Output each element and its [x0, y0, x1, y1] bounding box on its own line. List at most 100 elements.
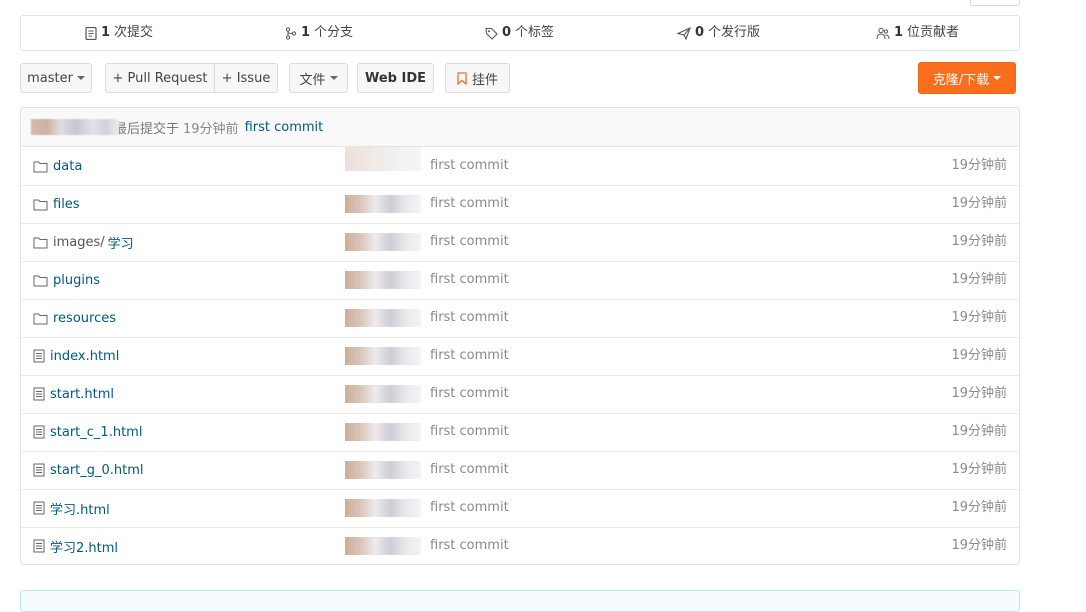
- commit-message[interactable]: first commit: [430, 185, 509, 223]
- table-row[interactable]: 学习.html first commit 19分钟前: [21, 489, 1019, 528]
- file-name: images/: [53, 234, 105, 250]
- stat-tags[interactable]: 0 个标签: [485, 16, 554, 50]
- commit-message[interactable]: first commit: [430, 147, 509, 185]
- file-name-link[interactable]: 学习.html: [33, 489, 110, 527]
- file-name-sub[interactable]: 学习: [108, 233, 134, 252]
- clone-download-button[interactable]: 克隆/下载: [918, 62, 1016, 94]
- table-row[interactable]: index.html first commit 19分钟前: [21, 337, 1019, 376]
- stat-releases[interactable]: 0 个发行版: [677, 16, 760, 50]
- table-row[interactable]: start_c_1.html first commit 19分钟前: [21, 413, 1019, 452]
- file-name[interactable]: 学习.html: [50, 499, 110, 518]
- web-ide-label: Web IDE: [364, 70, 427, 86]
- commit-message[interactable]: first commit: [430, 261, 509, 299]
- files-label: 文件: [299, 72, 326, 88]
- branch-select[interactable]: master: [20, 63, 92, 93]
- commit-message[interactable]: first commit: [430, 299, 509, 337]
- file-name[interactable]: plugins: [53, 273, 100, 288]
- commit-message[interactable]: first commit: [430, 223, 509, 261]
- file-list: 最后提交于 19分钟前 first commit data first commi…: [20, 107, 1020, 565]
- file-name-link[interactable]: start.html: [33, 375, 114, 413]
- stat-count: 0: [502, 25, 512, 40]
- commit-message[interactable]: first commit: [430, 527, 509, 565]
- file-name[interactable]: 学习2.html: [50, 537, 118, 556]
- last-commit-message[interactable]: first commit: [245, 120, 324, 135]
- file-icon: [33, 349, 45, 363]
- release-icon: [677, 26, 691, 40]
- commit-time: 19分钟前: [951, 196, 1007, 211]
- stat-label: 位贡献者: [907, 25, 960, 40]
- file-name-link[interactable]: index.html: [33, 337, 119, 375]
- files-menu-button[interactable]: 文件: [289, 63, 348, 93]
- commit-message[interactable]: first commit: [430, 413, 509, 451]
- commit-time: 19分钟前: [951, 234, 1007, 249]
- file-name-link[interactable]: resources: [33, 299, 116, 337]
- bookmark-icon: [457, 71, 467, 85]
- file-name-link[interactable]: files: [33, 185, 80, 223]
- file-name-link[interactable]: start_c_1.html: [33, 413, 142, 451]
- stat-label: 个标签: [515, 25, 555, 40]
- file-name-link[interactable]: data: [33, 147, 82, 185]
- stat-commits[interactable]: 1 次提交: [85, 16, 153, 50]
- commit-time: 19分钟前: [951, 386, 1007, 401]
- table-row[interactable]: images/学习 first commit 19分钟前: [21, 223, 1019, 262]
- chevron-down-icon: [329, 76, 338, 80]
- author-blurred: [345, 385, 421, 403]
- commit-time: 19分钟前: [951, 272, 1007, 287]
- web-ide-button[interactable]: Web IDE: [357, 63, 434, 93]
- pull-request-button[interactable]: + Pull Request: [105, 63, 215, 93]
- author-avatar-blurred: [31, 119, 119, 135]
- file-name[interactable]: start_c_1.html: [50, 425, 142, 440]
- bookmark-label: 挂件: [471, 72, 498, 88]
- stat-label: 个分支: [314, 25, 354, 40]
- author-blurred: [345, 147, 421, 171]
- chevron-down-icon: [993, 76, 1002, 80]
- commit-message[interactable]: first commit: [430, 337, 509, 375]
- stat-label: 个发行版: [708, 25, 761, 40]
- commit-time: 19分钟前: [951, 538, 1007, 553]
- clone-label: 克隆/下载: [932, 72, 990, 88]
- commit-message[interactable]: first commit: [430, 489, 509, 527]
- top-corner-button[interactable]: [970, 0, 1020, 6]
- stat-count: 1: [101, 25, 111, 40]
- issue-button[interactable]: + Issue: [214, 63, 278, 93]
- author-blurred: [345, 271, 421, 289]
- readme-box: [20, 590, 1020, 612]
- file-name-link[interactable]: start_g_0.html: [33, 451, 144, 489]
- commit-time: 19分钟前: [951, 500, 1007, 515]
- folder-icon: [33, 274, 48, 287]
- commit-message[interactable]: first commit: [430, 375, 509, 413]
- repo-stats-bar: 1 次提交 1 个分支 0 个标签 0 个发行版 1 位贡献者: [20, 15, 1020, 51]
- branch-icon: [285, 26, 297, 40]
- table-row[interactable]: start.html first commit 19分钟前: [21, 375, 1019, 414]
- file-name[interactable]: start.html: [50, 387, 114, 402]
- file-name[interactable]: data: [53, 159, 82, 174]
- commit-message[interactable]: first commit: [430, 451, 509, 489]
- file-icon: [33, 501, 45, 515]
- file-name-link[interactable]: 学习2.html: [33, 527, 118, 565]
- table-row[interactable]: 学习2.html first commit 19分钟前: [21, 527, 1019, 565]
- file-name[interactable]: files: [53, 197, 80, 212]
- folder-icon: [33, 198, 48, 211]
- last-commit-bar: 最后提交于 19分钟前 first commit: [21, 108, 1019, 147]
- table-row[interactable]: resources first commit 19分钟前: [21, 299, 1019, 338]
- pull-request-label: + Pull Request: [112, 70, 208, 86]
- bookmark-button[interactable]: 挂件: [445, 63, 510, 93]
- stat-branches[interactable]: 1 个分支: [285, 16, 353, 50]
- table-row[interactable]: files first commit 19分钟前: [21, 185, 1019, 224]
- stat-contributors[interactable]: 1 位贡献者: [876, 16, 959, 50]
- author-blurred: [345, 233, 421, 251]
- file-name-link[interactable]: images/学习: [33, 223, 134, 261]
- table-row[interactable]: start_g_0.html first commit 19分钟前: [21, 451, 1019, 490]
- file-name[interactable]: resources: [53, 311, 116, 326]
- author-blurred: [345, 423, 421, 441]
- file-name-link[interactable]: plugins: [33, 261, 100, 299]
- table-row[interactable]: plugins first commit 19分钟前: [21, 261, 1019, 300]
- author-blurred: [345, 461, 421, 479]
- file-name[interactable]: start_g_0.html: [50, 463, 144, 478]
- table-row[interactable]: data first commit 19分钟前: [21, 147, 1019, 186]
- file-name[interactable]: index.html: [50, 349, 119, 364]
- stat-label: 次提交: [114, 25, 154, 40]
- stat-count: 1: [894, 25, 904, 40]
- folder-icon: [33, 236, 48, 249]
- chevron-down-icon: [76, 76, 85, 80]
